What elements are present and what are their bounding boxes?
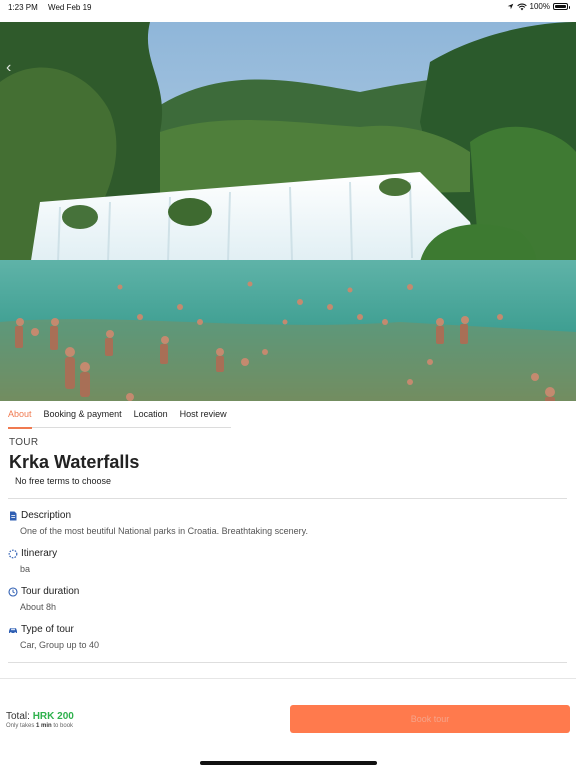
document-icon [10,511,17,520]
description-block: Description One of the most beutiful Nat… [8,510,308,536]
page-title: Krka Waterfalls [9,452,140,472]
status-bar: 1:23 PM Wed Feb 19 100% [0,0,576,22]
clock-icon [8,586,18,597]
battery-icon [553,3,570,10]
car-icon [9,627,17,634]
tour-type-value: Car, Group up to 40 [20,640,100,650]
duration-label: Tour duration [21,586,80,597]
wifi-icon [516,3,527,10]
tab-about[interactable]: About [8,404,38,429]
booking-hint: Only takes 1 min to book [6,723,73,729]
home-indicator [200,761,377,765]
status-left: 1:23 PM Wed Feb 19 [8,3,99,12]
duration-value: About 8h [20,602,57,612]
itinerary-block: Itinerary ba [8,548,57,574]
status-right: 100% [507,2,570,11]
hint-prefix: Only takes [6,723,37,729]
booking-footer: Total: HRK 200 Only takes 1 min to book … [0,678,576,768]
description-value: One of the most beutiful National parks … [20,526,308,536]
book-tour-button[interactable]: Book tour [290,705,570,733]
tour-kind: TOUR [9,437,39,448]
description-heading: Description [8,510,308,521]
location-arrow-icon [507,3,513,10]
status-time: 1:23 PM [8,3,38,12]
total-label: Total: [6,711,30,722]
hint-bold: 1 min [36,723,52,729]
terms-text: No free terms to choose [15,476,112,486]
itinerary-label: Itinerary [21,548,58,559]
hero-image: ‹ [0,22,576,401]
tour-type-heading: Type of tour [8,624,99,635]
tab-location[interactable]: Location [128,404,174,428]
total-amount: HRK 200 [32,711,74,722]
status-date: Wed Feb 19 [48,3,92,12]
total-line: Total: HRK 200 [6,711,74,722]
tab-booking-payment[interactable]: Booking & payment [38,404,128,428]
duration-block: Tour duration About 8h [8,586,79,612]
hint-suffix: to book [51,723,74,729]
tour-type-label: Type of tour [21,624,74,635]
itinerary-icon [8,549,18,558]
itinerary-value: ba [20,564,31,574]
battery-percent: 100% [529,2,550,11]
tab-host-review[interactable]: Host review [174,404,233,428]
battery-fill [555,5,566,8]
duration-heading: Tour duration [8,586,79,597]
itinerary-heading: Itinerary [8,548,57,559]
tab-bar: About Booking & payment Location Host re… [8,404,233,429]
tour-type-block: Type of tour Car, Group up to 40 [8,624,99,650]
divider [8,498,567,499]
description-label: Description [21,510,72,521]
chevron-left-icon[interactable]: ‹ [6,60,22,76]
divider [8,662,567,663]
